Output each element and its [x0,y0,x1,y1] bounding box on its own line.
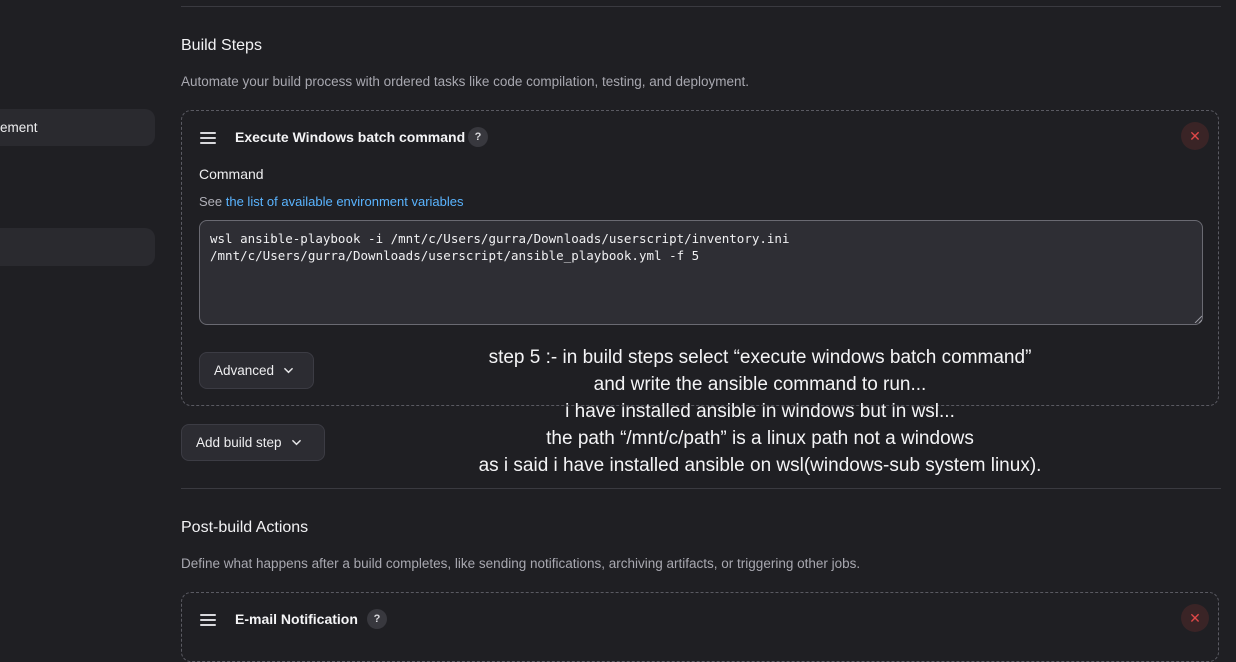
help-icon[interactable]: ? [468,127,488,147]
drag-handle-icon[interactable] [200,132,216,144]
chevron-down-icon [284,367,293,374]
divider-top [181,6,1221,7]
build-steps-description: Automate your build process with ordered… [181,74,750,89]
sidebar-item-management[interactable]: ement [0,109,155,146]
command-label: Command [199,166,264,182]
chevron-down-icon [291,439,301,446]
sidebar-item-active[interactable] [0,228,155,266]
post-build-step-title: E-mail Notification [235,611,358,627]
drag-handle-icon[interactable] [200,614,216,626]
divider-middle [181,488,1221,489]
post-build-title: Post-build Actions [181,519,309,536]
annotation-line: and write the ansible command to run... [593,374,927,395]
post-build-description: Define what happens after a build comple… [181,556,861,571]
post-build-step-card: E-mail Notification ? ✕ [181,592,1219,662]
command-textarea[interactable]: wsl ansible-playbook -i /mnt/c/Users/gur… [199,220,1203,325]
annotation-line: i have installed ansible in windows but … [565,401,955,422]
add-build-step-button[interactable]: Add build step [181,424,325,461]
resize-grip-icon[interactable] [1194,315,1202,323]
env-vars-link[interactable]: the list of available environment variab… [226,194,464,209]
sidebar-item-label: ement [0,120,38,135]
annotation-text: step 5 :- in build steps select “execute… [460,344,1060,479]
annotation-line: step 5 :- in build steps select “execute… [488,347,1032,368]
env-vars-hint: See the list of available environment va… [199,194,464,209]
build-steps-title: Build Steps [181,37,262,54]
advanced-label: Advanced [214,363,275,378]
annotation-line: as i said i have installed ansible on ws… [478,455,1042,476]
advanced-button[interactable]: Advanced [199,352,314,389]
annotation-line: the path “/mnt/c/path” is a linux path n… [546,428,974,449]
build-step-title: Execute Windows batch command [235,129,466,145]
delete-step-button[interactable]: ✕ [1181,604,1209,632]
add-build-step-label: Add build step [196,435,282,450]
help-icon[interactable]: ? [367,609,387,629]
delete-step-button[interactable]: ✕ [1181,122,1209,150]
